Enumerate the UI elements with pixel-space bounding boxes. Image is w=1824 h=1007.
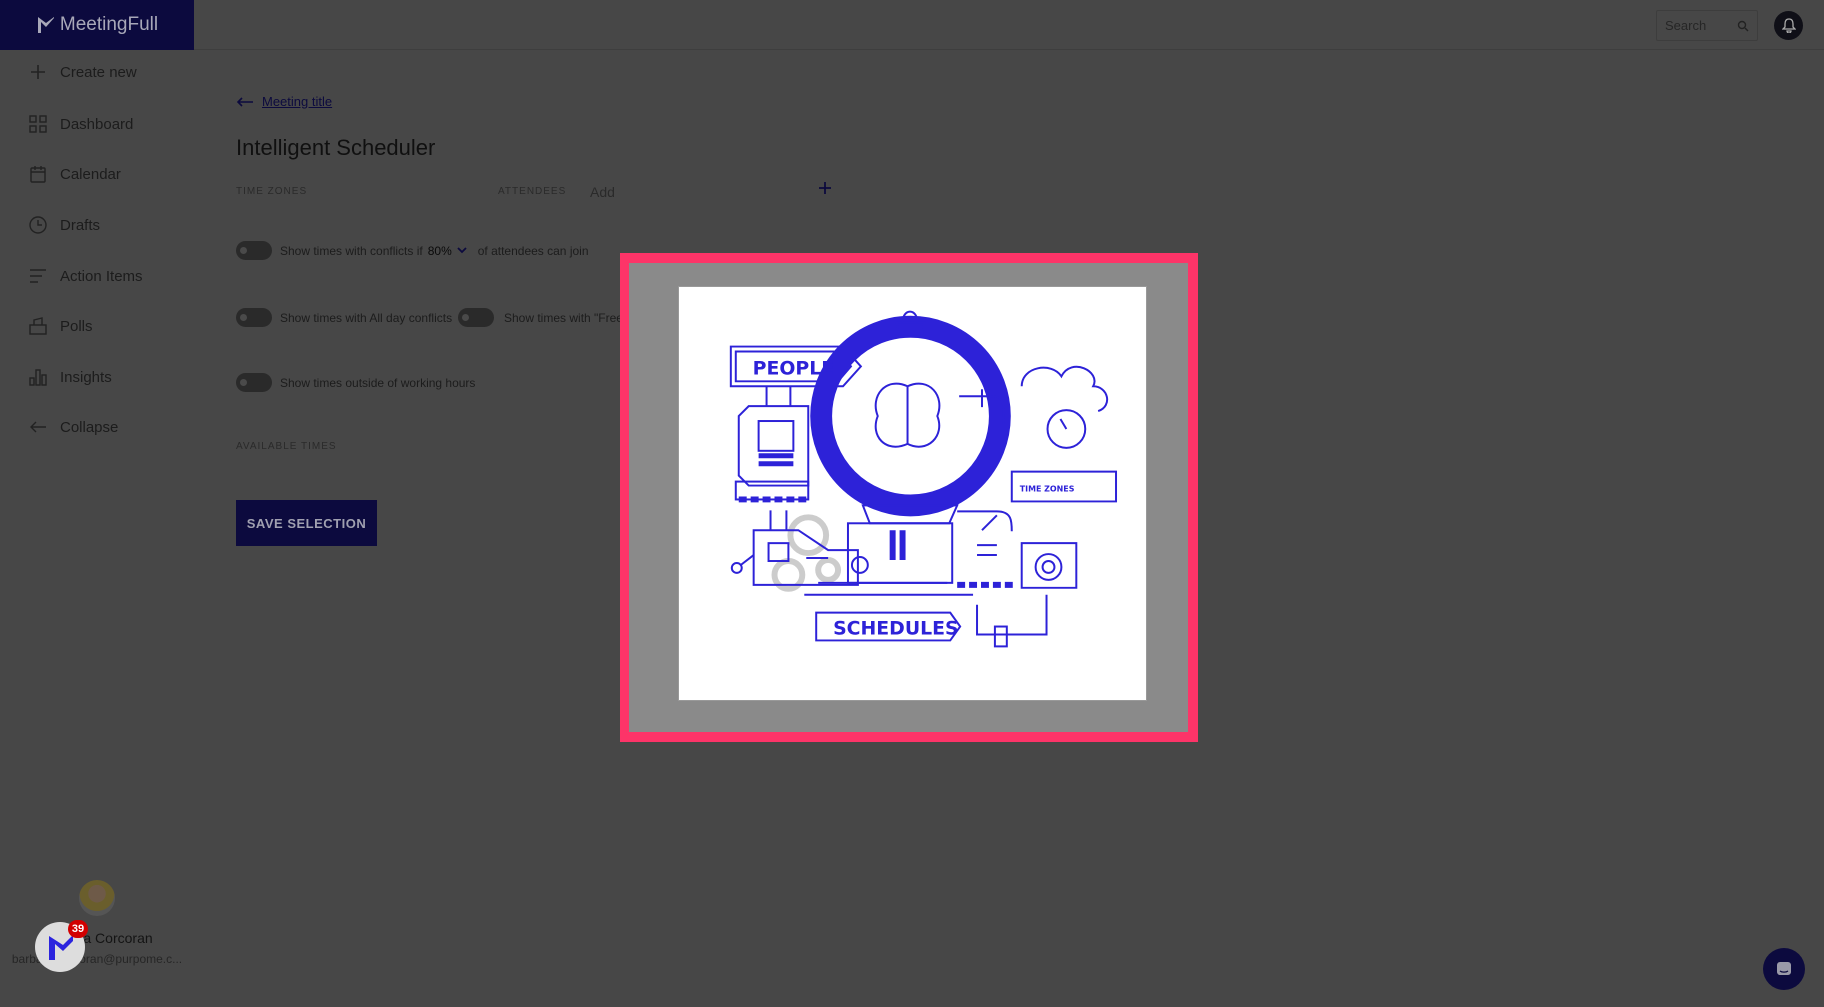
meetingfull-logo-icon xyxy=(49,935,73,960)
sidebar-label: Calendar xyxy=(60,165,121,183)
add-attendee-plus-icon[interactable] xyxy=(818,181,832,195)
top-header: MeetingFull Search xyxy=(0,0,1824,50)
chevron-down-icon[interactable] xyxy=(457,247,467,255)
save-selection-button[interactable]: SAVE SELECTION xyxy=(236,500,377,546)
attendees-label: ATTENDEES xyxy=(498,186,567,197)
percent-select[interactable]: 80% xyxy=(428,244,452,258)
chat-icon xyxy=(1777,962,1791,975)
calendar-icon xyxy=(30,166,46,183)
breadcrumb-link[interactable]: Meeting title xyxy=(262,94,332,109)
sidebar-item-action-items[interactable]: Action Items xyxy=(28,266,143,286)
user-email: barbara.corcoran@purpome.c... xyxy=(11,952,183,966)
sidebar-label: Insights xyxy=(60,368,112,386)
brand-logo[interactable]: MeetingFull xyxy=(0,0,194,50)
notifications-button[interactable] xyxy=(1774,11,1803,40)
outside-hours-label: Show times outside of working hours xyxy=(280,376,476,390)
outside-hours-toggle[interactable] xyxy=(236,373,272,392)
modal-backdrop[interactable]: MeetingFull Search Create new Dashboard … xyxy=(0,0,1824,1007)
sidebar-label: Action Items xyxy=(60,267,143,285)
sidebar-label: Collapse xyxy=(60,418,119,436)
people-sign: PEOPLE xyxy=(753,357,834,379)
sidebar-item-dashboard[interactable]: Dashboard xyxy=(28,114,133,134)
conflicts-percent-toggle[interactable] xyxy=(236,241,272,260)
sidebar-item-insights[interactable]: Insights xyxy=(28,367,112,387)
plus-icon xyxy=(31,65,45,79)
toggle-label: Show times with conflicts if xyxy=(280,244,423,258)
ballot-icon xyxy=(29,317,47,335)
sidebar-label: Dashboard xyxy=(60,115,134,133)
page-title: Intelligent Scheduler xyxy=(236,135,436,160)
brand-name: MeetingFull xyxy=(59,14,159,35)
sidebar-label: Polls xyxy=(60,317,93,335)
illustration-svg: PEOPLE SCHEDULES TIME ZONES xyxy=(729,310,1118,648)
sidebar-item-collapse[interactable]: Collapse xyxy=(28,417,118,437)
time-zones-sign: TIME ZONES xyxy=(1020,485,1075,494)
sidebar-item-drafts[interactable]: Drafts xyxy=(28,215,100,235)
clock-icon xyxy=(29,216,47,234)
grid-icon xyxy=(29,115,47,133)
avatar[interactable] xyxy=(79,880,115,916)
logo-icon xyxy=(37,17,54,33)
available-times-label: AVAILABLE TIMES xyxy=(236,441,337,452)
scheduler-illustration: PEOPLE SCHEDULES TIME ZONES xyxy=(678,286,1147,701)
attendees-input[interactable]: Add xyxy=(590,184,790,200)
time-zones-label: TIME ZONES xyxy=(236,186,308,197)
schedules-sign: SCHEDULES xyxy=(833,617,959,639)
bar-chart-icon xyxy=(29,369,47,386)
list-icon xyxy=(30,269,46,283)
user-profile[interactable]: Barbara Corcoran barbara.corcoran@purpom… xyxy=(0,880,194,966)
all-day-conflicts-toggle[interactable] xyxy=(236,308,272,327)
sidebar-label: Drafts xyxy=(60,216,101,234)
sidebar-item-create-new[interactable]: Create new xyxy=(28,62,137,82)
arrow-left-icon xyxy=(30,421,46,433)
search-input[interactable]: Search xyxy=(1656,10,1758,41)
search-placeholder: Search xyxy=(1665,18,1707,33)
notification-badge: 39 xyxy=(68,920,88,938)
sidebar-item-calendar[interactable]: Calendar xyxy=(28,164,121,184)
free-conflicts-toggle[interactable] xyxy=(458,308,494,327)
chat-launcher-button[interactable] xyxy=(1763,948,1805,990)
all-day-label: Show times with All day conflicts xyxy=(280,311,453,325)
conflicts-percent-row: Show times with conflicts if 80% of atte… xyxy=(280,244,589,258)
back-arrow-icon xyxy=(236,96,253,107)
toggle-label: of attendees can join xyxy=(477,244,589,258)
breadcrumb[interactable]: Meeting title xyxy=(236,94,332,109)
sidebar-label: Create new xyxy=(60,63,137,81)
sidebar-item-polls[interactable]: Polls xyxy=(28,316,93,336)
search-icon xyxy=(1737,20,1749,31)
bell-icon xyxy=(1781,18,1796,33)
user-name: Barbara Corcoran xyxy=(41,930,153,946)
